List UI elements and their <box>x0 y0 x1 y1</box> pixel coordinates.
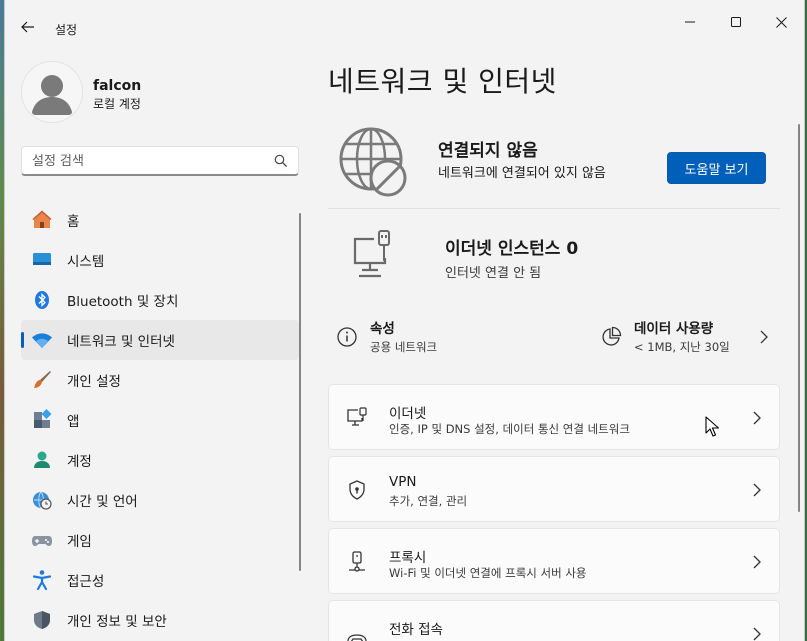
paintbrush-icon <box>31 369 53 391</box>
info-icon <box>337 327 357 347</box>
properties-row: 속성 공용 네트워크 데이터 사용량 < 1MB, 지난 30일 <box>328 304 780 370</box>
sidebar-item-network[interactable]: 네트워크 및 인터넷 <box>21 320 299 360</box>
sidebar-item-accounts[interactable]: 계정 <box>21 440 299 480</box>
ethernet-icon <box>347 407 367 426</box>
profile-name: falcon <box>93 78 142 94</box>
sidebar-item-gaming[interactable]: 게임 <box>21 520 299 560</box>
section-divider <box>328 208 780 209</box>
shield-icon <box>31 609 53 631</box>
properties-link[interactable]: 속성 공용 네트워크 <box>328 304 568 370</box>
gamepad-icon <box>31 529 53 551</box>
properties-title: 속성 <box>370 321 395 337</box>
app-title: 설정 <box>55 23 78 37</box>
dialup-phone-icon <box>347 634 367 641</box>
page-title: 네트워크 및 인터넷 <box>328 65 557 98</box>
chevron-right-icon <box>753 627 761 641</box>
list-item-title: 전화 접속 <box>389 622 443 638</box>
list-item-vpn[interactable]: VPN 추가, 연결, 관리 <box>328 456 780 522</box>
arrow-left-icon <box>21 21 34 33</box>
sidebar-item-bluetooth[interactable]: Bluetooth 및 장치 <box>21 280 299 320</box>
sidebar-item-accessibility[interactable]: 접근성 <box>21 560 299 600</box>
list-item-title: 이더넷 <box>389 406 427 422</box>
minimize-icon <box>685 21 695 23</box>
close-button[interactable] <box>761 8 801 36</box>
search-input[interactable] <box>32 151 262 171</box>
status-title: 연결되지 않음 <box>438 141 538 161</box>
avatar[interactable] <box>21 61 83 123</box>
sidebar-item-label: 개인 설정 <box>67 374 121 390</box>
sidebar-item-label: 접근성 <box>67 574 105 590</box>
sidebar-item-system[interactable]: 시스템 <box>21 240 299 280</box>
properties-subtitle: 공용 네트워크 <box>370 340 438 354</box>
accessibility-icon <box>31 569 53 591</box>
sidebar-item-label: 계정 <box>67 454 92 470</box>
sidebar-item-label: 홈 <box>67 214 80 230</box>
main-scrollbar[interactable] <box>798 124 800 512</box>
pie-chart-icon <box>602 326 622 346</box>
ethernet-monitor-icon <box>353 230 390 278</box>
sidebar-item-time-language[interactable]: 시간 및 언어 <box>21 480 299 520</box>
sidebar-item-label: 게임 <box>67 534 92 550</box>
list-item-title: VPN <box>389 474 417 490</box>
sidebar-item-label: 개인 정보 및 보안 <box>67 614 167 630</box>
data-usage-title: 데이터 사용량 <box>634 321 714 337</box>
sidebar-item-privacy-security[interactable]: 개인 정보 및 보안 <box>21 600 299 640</box>
list-item-subtitle: 인증, IP 및 DNS 설정, 데이터 통신 연결 네트워크 <box>389 422 630 436</box>
ethernet-instance-card: 이더넷 인스턴스 0 인터넷 연결 안 됨 <box>328 218 780 290</box>
minimize-button[interactable] <box>670 8 710 36</box>
chevron-right-icon[interactable] <box>756 328 772 346</box>
home-icon <box>31 209 53 231</box>
status-subtitle: 네트워크에 연결되어 있지 않음 <box>438 166 606 181</box>
proxy-icon <box>349 551 365 572</box>
sidebar-item-label: 시스템 <box>67 254 105 270</box>
mouse-pointer-icon <box>705 416 720 437</box>
sidebar-item-label: 네트워크 및 인터넷 <box>67 334 175 350</box>
chevron-right-icon <box>753 411 761 425</box>
wifi-icon <box>31 329 53 351</box>
maximize-icon <box>731 17 741 27</box>
back-button[interactable] <box>15 14 41 40</box>
data-usage-link[interactable]: 데이터 사용량 < 1MB, 지난 30일 <box>592 304 780 370</box>
user-avatar-icon <box>32 75 72 115</box>
data-usage-subtitle: < 1MB, 지난 30일 <box>634 340 730 354</box>
maximize-button[interactable] <box>716 8 756 36</box>
monitor-icon <box>31 249 53 271</box>
sidebar-item-home[interactable]: 홈 <box>21 200 299 240</box>
ethernet-instance-title: 이더넷 인스턴스 0 <box>445 239 579 259</box>
list-item-dialup[interactable]: 전화 접속 <box>328 600 780 641</box>
get-help-button[interactable]: 도움말 보기 <box>667 152 766 184</box>
ethernet-instance-subtitle: 인터넷 연결 안 됨 <box>445 266 542 281</box>
chevron-right-icon <box>753 483 761 497</box>
globe-disconnected-icon <box>339 127 407 197</box>
vpn-shield-icon <box>349 480 365 500</box>
globe-clock-icon <box>31 489 53 511</box>
sidebar-item-label: Bluetooth 및 장치 <box>67 294 179 310</box>
close-icon <box>775 16 787 28</box>
profile-account-type: 로컬 계정 <box>93 97 141 111</box>
list-item-proxy[interactable]: 프록시 Wi-Fi 및 이더넷 연결에 프록시 서버 사용 <box>328 528 780 594</box>
person-icon <box>31 449 53 471</box>
list-item-subtitle: 추가, 연결, 관리 <box>389 494 468 508</box>
sidebar-nav: 홈 시스템 Bluetooth 및 장치 네트워크 및 인터넷 개인 설정 앱 … <box>21 200 299 640</box>
chevron-right-icon <box>753 555 761 569</box>
bluetooth-icon <box>31 289 53 311</box>
sidebar-item-apps[interactable]: 앱 <box>21 400 299 440</box>
sidebar-item-label: 앱 <box>67 414 80 430</box>
sidebar-item-personalization[interactable]: 개인 설정 <box>21 360 299 400</box>
list-item-subtitle: Wi-Fi 및 이더넷 연결에 프록시 서버 사용 <box>389 566 587 580</box>
list-item-title: 프록시 <box>389 550 427 566</box>
search-box[interactable] <box>21 146 299 176</box>
search-icon[interactable] <box>274 154 288 168</box>
title-bar: 설정 <box>5 0 804 44</box>
sidebar-item-label: 시간 및 언어 <box>67 494 138 510</box>
sidebar-scrollbar[interactable] <box>299 213 301 571</box>
apps-icon <box>31 409 53 431</box>
network-status-card: 연결되지 않음 네트워크에 연결되어 있지 않음 도움말 보기 <box>328 118 780 208</box>
settings-window: 설정 falcon 로컬 계정 홈 <box>4 0 805 641</box>
